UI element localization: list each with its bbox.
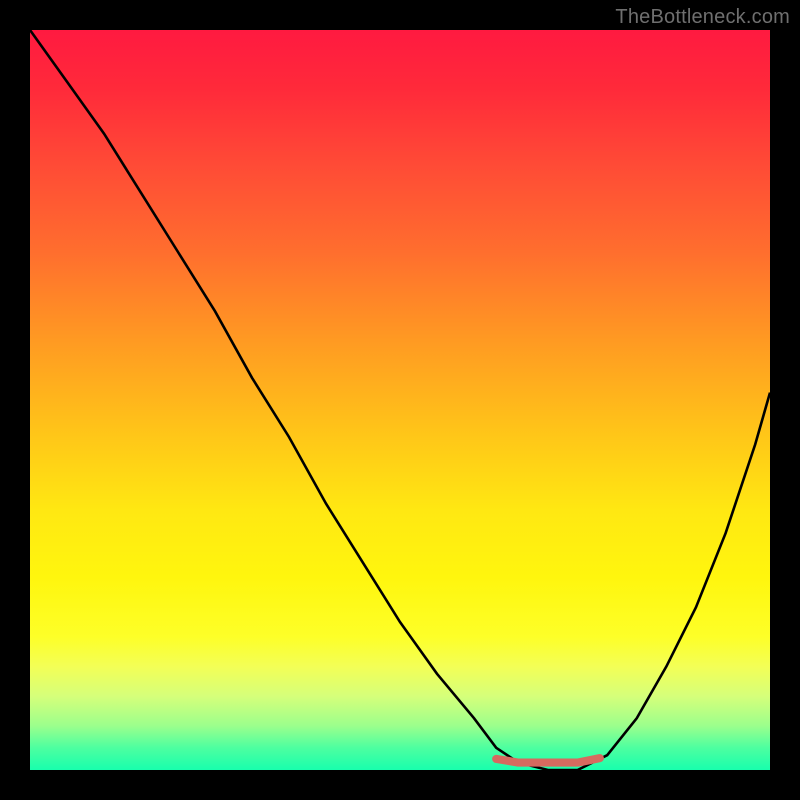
chart-frame: TheBottleneck.com xyxy=(0,0,800,800)
bottleneck-curve xyxy=(30,30,770,770)
optimal-band xyxy=(496,758,600,762)
plot-area xyxy=(30,30,770,770)
chart-svg xyxy=(30,30,770,770)
watermark-text: TheBottleneck.com xyxy=(615,6,790,29)
